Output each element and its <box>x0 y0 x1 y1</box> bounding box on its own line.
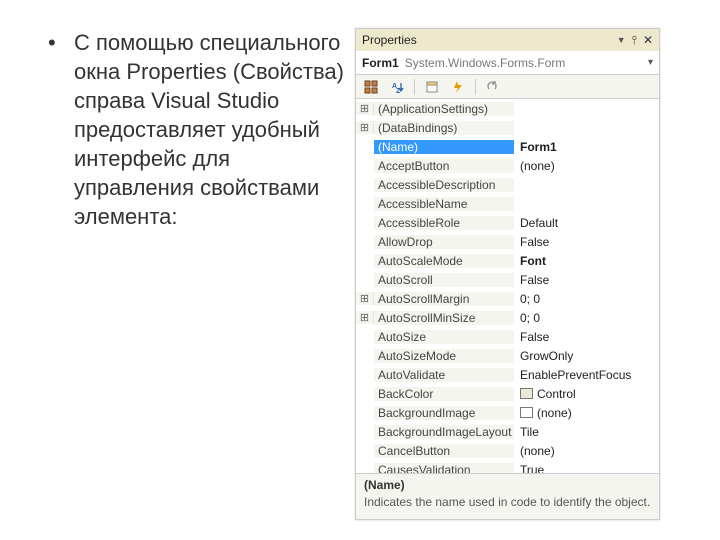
properties-panel: Properties ▼ ⫯ ✕ Form1 System.Windows.Fo… <box>355 28 660 520</box>
property-value[interactable]: Default <box>514 216 659 230</box>
property-name: BackgroundImage <box>374 406 514 420</box>
properties-button[interactable] <box>421 77 443 97</box>
property-name: AccessibleDescription <box>374 178 514 192</box>
property-name: AutoSizeMode <box>374 349 514 363</box>
slide-bullet-text: С помощью специального окна Properties (… <box>74 28 355 231</box>
property-pages-button[interactable] <box>482 77 504 97</box>
property-value[interactable]: False <box>514 330 659 344</box>
property-value[interactable]: Control <box>514 387 659 401</box>
property-value[interactable]: (none) <box>514 159 659 173</box>
toolbar-separator <box>475 79 476 95</box>
properties-toolbar: AZ <box>356 75 659 99</box>
property-value[interactable]: EnablePreventFocus <box>514 368 659 382</box>
property-name: BackColor <box>374 387 514 401</box>
property-name: (DataBindings) <box>374 121 514 135</box>
events-button[interactable] <box>447 77 469 97</box>
property-row[interactable]: AcceptButton(none) <box>356 156 659 175</box>
property-row[interactable]: AllowDropFalse <box>356 232 659 251</box>
object-selector[interactable]: Form1 System.Windows.Forms.Form ▾ <box>356 51 659 75</box>
property-value[interactable]: 0; 0 <box>514 292 659 306</box>
toolbar-separator <box>414 79 415 95</box>
property-row[interactable]: CancelButton(none) <box>356 441 659 460</box>
property-name: AllowDrop <box>374 235 514 249</box>
property-name: AutoSize <box>374 330 514 344</box>
property-name: (Name) <box>374 140 514 154</box>
property-row[interactable]: (Name)Form1 <box>356 137 659 156</box>
selector-object-name: Form1 <box>362 56 399 70</box>
property-row[interactable]: CausesValidationTrue <box>356 460 659 473</box>
property-name: AutoScrollMargin <box>374 292 514 306</box>
property-value[interactable]: False <box>514 235 659 249</box>
property-name: CancelButton <box>374 444 514 458</box>
property-name: CausesValidation <box>374 463 514 473</box>
panel-titlebar[interactable]: Properties ▼ ⫯ ✕ <box>356 29 659 51</box>
property-row[interactable]: AutoScrollFalse <box>356 270 659 289</box>
property-row[interactable]: BackgroundImageLayoutTile <box>356 422 659 441</box>
property-name: AutoScrollMinSize <box>374 311 514 325</box>
chevron-down-icon[interactable]: ▾ <box>648 57 653 68</box>
property-name: AutoScaleMode <box>374 254 514 268</box>
property-row[interactable]: AutoScaleModeFont <box>356 251 659 270</box>
property-name: AcceptButton <box>374 159 514 173</box>
close-icon[interactable]: ✕ <box>643 33 653 47</box>
property-name: AccessibleName <box>374 197 514 211</box>
property-name: (ApplicationSettings) <box>374 102 514 116</box>
property-value[interactable]: (none) <box>514 444 659 458</box>
color-swatch <box>520 388 533 399</box>
property-row[interactable]: ⊞AutoScrollMargin0; 0 <box>356 289 659 308</box>
expander-icon[interactable]: ⊞ <box>356 311 374 324</box>
property-row[interactable]: AccessibleRoleDefault <box>356 213 659 232</box>
property-value[interactable]: Form1 <box>514 140 659 154</box>
selector-object-type: System.Windows.Forms.Form <box>405 56 566 70</box>
property-value[interactable]: False <box>514 273 659 287</box>
expander-icon[interactable]: ⊞ <box>356 121 374 134</box>
expander-icon[interactable]: ⊞ <box>356 102 374 115</box>
property-grid[interactable]: ⊞(ApplicationSettings)⊞(DataBindings)(Na… <box>356 99 659 473</box>
property-value[interactable]: 0; 0 <box>514 311 659 325</box>
categorized-button[interactable] <box>360 77 382 97</box>
property-row[interactable]: AutoSizeFalse <box>356 327 659 346</box>
property-row[interactable]: BackColorControl <box>356 384 659 403</box>
property-value[interactable]: True <box>514 463 659 473</box>
color-swatch <box>520 407 533 418</box>
property-name: BackgroundImageLayout <box>374 425 514 439</box>
description-text: Indicates the name used in code to ident… <box>364 495 651 511</box>
property-row[interactable]: ⊞(ApplicationSettings) <box>356 99 659 118</box>
pin-icon[interactable]: ⫯ <box>632 33 637 48</box>
property-row[interactable]: AutoSizeModeGrowOnly <box>356 346 659 365</box>
property-name: AccessibleRole <box>374 216 514 230</box>
alphabetical-button[interactable]: AZ <box>386 77 408 97</box>
property-value[interactable]: Tile <box>514 425 659 439</box>
property-value[interactable]: Font <box>514 254 659 268</box>
property-row[interactable]: ⊞AutoScrollMinSize0; 0 <box>356 308 659 327</box>
property-row[interactable]: AutoValidateEnablePreventFocus <box>356 365 659 384</box>
property-value[interactable]: (none) <box>514 406 659 420</box>
property-row[interactable]: BackgroundImage(none) <box>356 403 659 422</box>
description-pane: (Name) Indicates the name used in code t… <box>356 473 659 519</box>
window-pos-icon[interactable]: ▼ <box>617 35 626 45</box>
property-value[interactable]: GrowOnly <box>514 349 659 363</box>
property-name: AutoScroll <box>374 273 514 287</box>
property-row[interactable]: AccessibleName <box>356 194 659 213</box>
property-name: AutoValidate <box>374 368 514 382</box>
panel-title-label: Properties <box>362 33 417 47</box>
expander-icon[interactable]: ⊞ <box>356 292 374 305</box>
property-row[interactable]: ⊞(DataBindings) <box>356 118 659 137</box>
description-title: (Name) <box>364 478 651 494</box>
property-row[interactable]: AccessibleDescription <box>356 175 659 194</box>
